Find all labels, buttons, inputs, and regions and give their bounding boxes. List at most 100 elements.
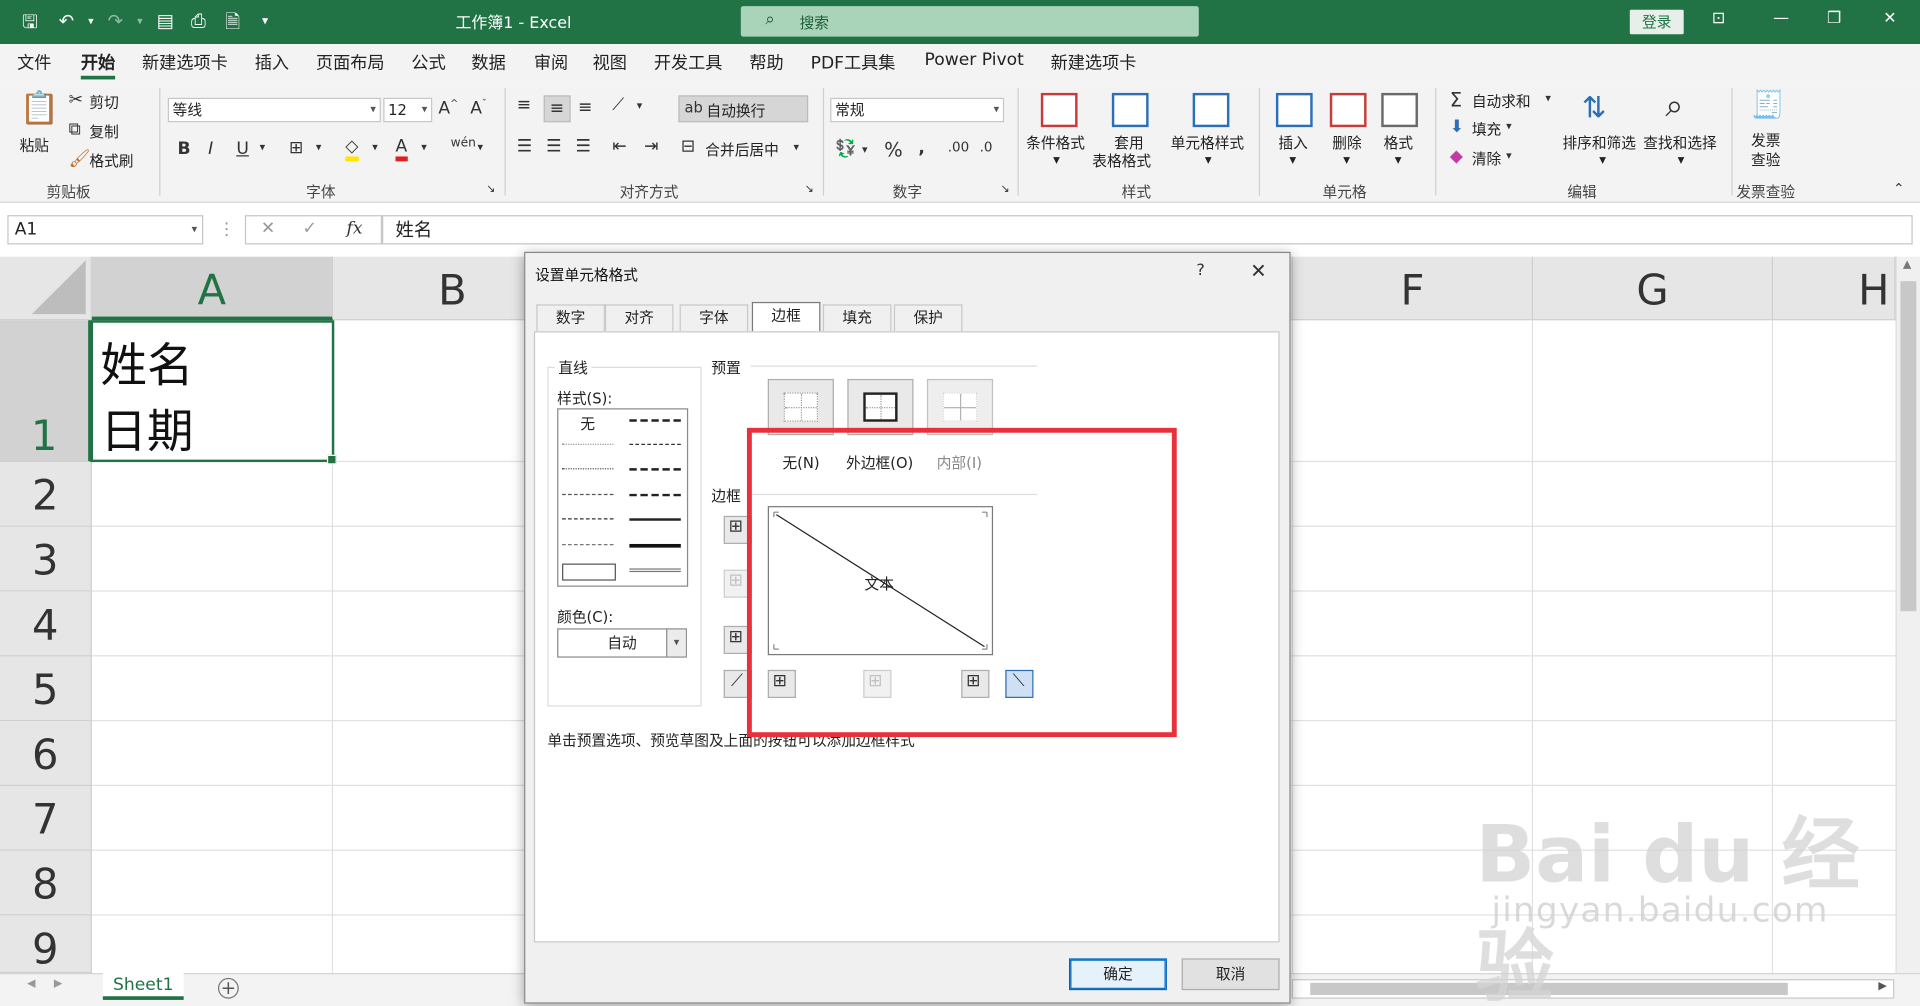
- percent-button[interactable]: %: [884, 138, 903, 161]
- tab-review[interactable]: 审阅: [534, 50, 568, 74]
- sort-filter-button[interactable]: ⇅ 排序和筛选 ▾: [1562, 90, 1643, 176]
- tab-new-tab-1[interactable]: 新建选项卡: [142, 50, 228, 74]
- row-header[interactable]: 1: [0, 320, 92, 463]
- dialog-tab-number[interactable]: 数字: [536, 304, 605, 332]
- italic-button[interactable]: I: [208, 139, 213, 159]
- scroll-thumb[interactable]: [1900, 281, 1917, 612]
- chevron-down-icon[interactable]: ▾: [316, 142, 322, 154]
- align-left-icon[interactable]: ☰: [517, 137, 532, 157]
- chevron-down-icon[interactable]: ▾: [862, 144, 868, 156]
- tab-data[interactable]: 数据: [471, 50, 505, 74]
- column-header[interactable]: A: [91, 256, 334, 321]
- fill-color-icon[interactable]: ◇: [345, 137, 359, 162]
- preset-none-button[interactable]: [767, 378, 834, 436]
- decrease-indent-icon[interactable]: ⇤: [612, 137, 626, 157]
- column-header[interactable]: H: [1773, 256, 1896, 321]
- font-size-select[interactable]: 12 ▾: [383, 97, 433, 123]
- chevron-down-icon[interactable]: ▾: [1545, 93, 1551, 105]
- restore-icon[interactable]: ❐: [1827, 10, 1841, 28]
- search-box[interactable]: ⌕ 搜索: [740, 6, 1199, 37]
- invoice-check-button[interactable]: 🧾 发票 查验: [1746, 90, 1790, 176]
- cut-icon[interactable]: ✂: [69, 90, 83, 110]
- customize-toolbar-icon[interactable]: ▾: [262, 15, 268, 28]
- redo-dropdown-icon[interactable]: ▾: [137, 16, 143, 28]
- dialog-launcher-icon[interactable]: ↘: [486, 183, 495, 195]
- row-header[interactable]: 8: [0, 850, 92, 916]
- delete-cells-button[interactable]: 删除 ▾: [1327, 90, 1371, 176]
- autosum-icon[interactable]: Σ: [1450, 88, 1462, 111]
- chevron-down-icon[interactable]: ▾: [478, 142, 484, 154]
- increase-font-icon[interactable]: A^: [438, 98, 458, 118]
- eraser-icon[interactable]: ◆: [1450, 147, 1463, 167]
- close-window-icon[interactable]: ✕: [1883, 10, 1896, 28]
- new-doc-icon[interactable]: 🗎: [225, 10, 240, 41]
- cancel-formula-icon[interactable]: ✕: [261, 219, 275, 239]
- align-top-icon[interactable]: ≡: [517, 95, 531, 115]
- row-header[interactable]: 6: [0, 721, 92, 787]
- scroll-up-icon[interactable]: ▲: [1903, 259, 1911, 271]
- find-select-button[interactable]: ⌕ 查找和选择 ▾: [1643, 88, 1724, 176]
- line-style-medium-dashed[interactable]: [629, 493, 681, 497]
- dialog-tab-font[interactable]: 字体: [679, 304, 749, 332]
- tab-page-layout[interactable]: 页面布局: [316, 50, 385, 74]
- number-format-select[interactable]: 常规 ▾: [830, 97, 1005, 123]
- dialog-launcher-icon[interactable]: ↘: [1000, 183, 1009, 195]
- format-as-table-button[interactable]: 套用 表格格式: [1092, 90, 1165, 176]
- sheet-tab-sheet1[interactable]: Sheet1: [102, 973, 184, 1000]
- decrease-decimal-icon[interactable]: .0: [980, 139, 993, 155]
- fill-down-icon[interactable]: ⬇: [1450, 117, 1464, 137]
- row-header[interactable]: 9: [0, 915, 92, 974]
- line-style-list[interactable]: 无: [557, 408, 689, 587]
- tab-view[interactable]: 视图: [593, 50, 627, 74]
- form-icon[interactable]: ▤: [157, 10, 174, 32]
- preset-outline-button[interactable]: [847, 378, 914, 436]
- conditional-format-button[interactable]: 条件格式 ▾: [1026, 90, 1092, 176]
- format-painter-icon[interactable]: 🖌: [69, 149, 91, 169]
- dialog-launcher-icon[interactable]: ↘: [804, 183, 813, 195]
- line-style-dashdotdot[interactable]: [562, 493, 614, 496]
- row-header[interactable]: 4: [0, 591, 92, 657]
- font-color-icon[interactable]: A: [395, 137, 408, 162]
- merge-center-icon[interactable]: ⊟: [681, 137, 695, 157]
- print-preview-icon[interactable]: ⎙: [191, 10, 206, 32]
- dialog-tab-border[interactable]: 边框: [751, 301, 821, 332]
- copy-icon[interactable]: ⧉: [69, 120, 81, 140]
- chevron-down-icon[interactable]: ▾: [637, 100, 643, 112]
- wrap-text-button[interactable]: ab 自动换行: [678, 95, 809, 123]
- increase-indent-icon[interactable]: ⇥: [644, 137, 658, 157]
- align-middle-button[interactable]: ≡: [543, 95, 571, 123]
- login-button[interactable]: 登录: [1629, 9, 1684, 35]
- align-right-icon[interactable]: ☰: [576, 137, 591, 157]
- name-box[interactable]: A1 ▾: [7, 215, 204, 245]
- orientation-icon[interactable]: ⟋: [612, 95, 624, 115]
- borders-icon[interactable]: ⊞: [289, 138, 303, 158]
- enter-formula-icon[interactable]: ✓: [302, 219, 316, 239]
- line-style-double[interactable]: [629, 568, 681, 573]
- merge-center-label[interactable]: 合并后居中: [705, 139, 778, 160]
- format-cells-button[interactable]: 格式 ▾: [1379, 90, 1423, 176]
- paste-button[interactable]: 📋 粘贴: [15, 88, 60, 161]
- next-sheet-icon[interactable]: ▶: [54, 978, 62, 990]
- font-name-select[interactable]: 等线 ▾: [167, 97, 381, 123]
- add-sheet-button[interactable]: +: [217, 977, 239, 999]
- row-header[interactable]: 5: [0, 656, 92, 722]
- row-header[interactable]: 3: [0, 526, 92, 592]
- chevron-down-icon[interactable]: ▾: [421, 142, 427, 154]
- cancel-button[interactable]: 取消: [1181, 958, 1280, 991]
- save-icon[interactable]: 🖫: [22, 10, 38, 41]
- chevron-down-icon[interactable]: ▾: [260, 142, 266, 154]
- select-all-button[interactable]: [0, 256, 92, 321]
- align-center-icon[interactable]: ☰: [546, 137, 561, 157]
- clear-label[interactable]: 清除: [1472, 148, 1501, 169]
- dialog-tab-protection[interactable]: 保护: [893, 304, 963, 332]
- collapse-ribbon-icon[interactable]: ⌃: [1893, 181, 1904, 197]
- ribbon-display-icon[interactable]: ⊡: [1712, 10, 1725, 28]
- fill-label[interactable]: 填充: [1472, 119, 1501, 140]
- line-style-medium[interactable]: [629, 518, 681, 521]
- line-style-dashdot[interactable]: [562, 518, 614, 520]
- accounting-format-icon[interactable]: 💱: [835, 139, 856, 159]
- comma-style-icon[interactable]: ,: [918, 138, 925, 158]
- align-bottom-icon[interactable]: ≡: [578, 98, 592, 118]
- bold-button[interactable]: B: [178, 139, 191, 159]
- tab-file[interactable]: 文件: [17, 50, 51, 74]
